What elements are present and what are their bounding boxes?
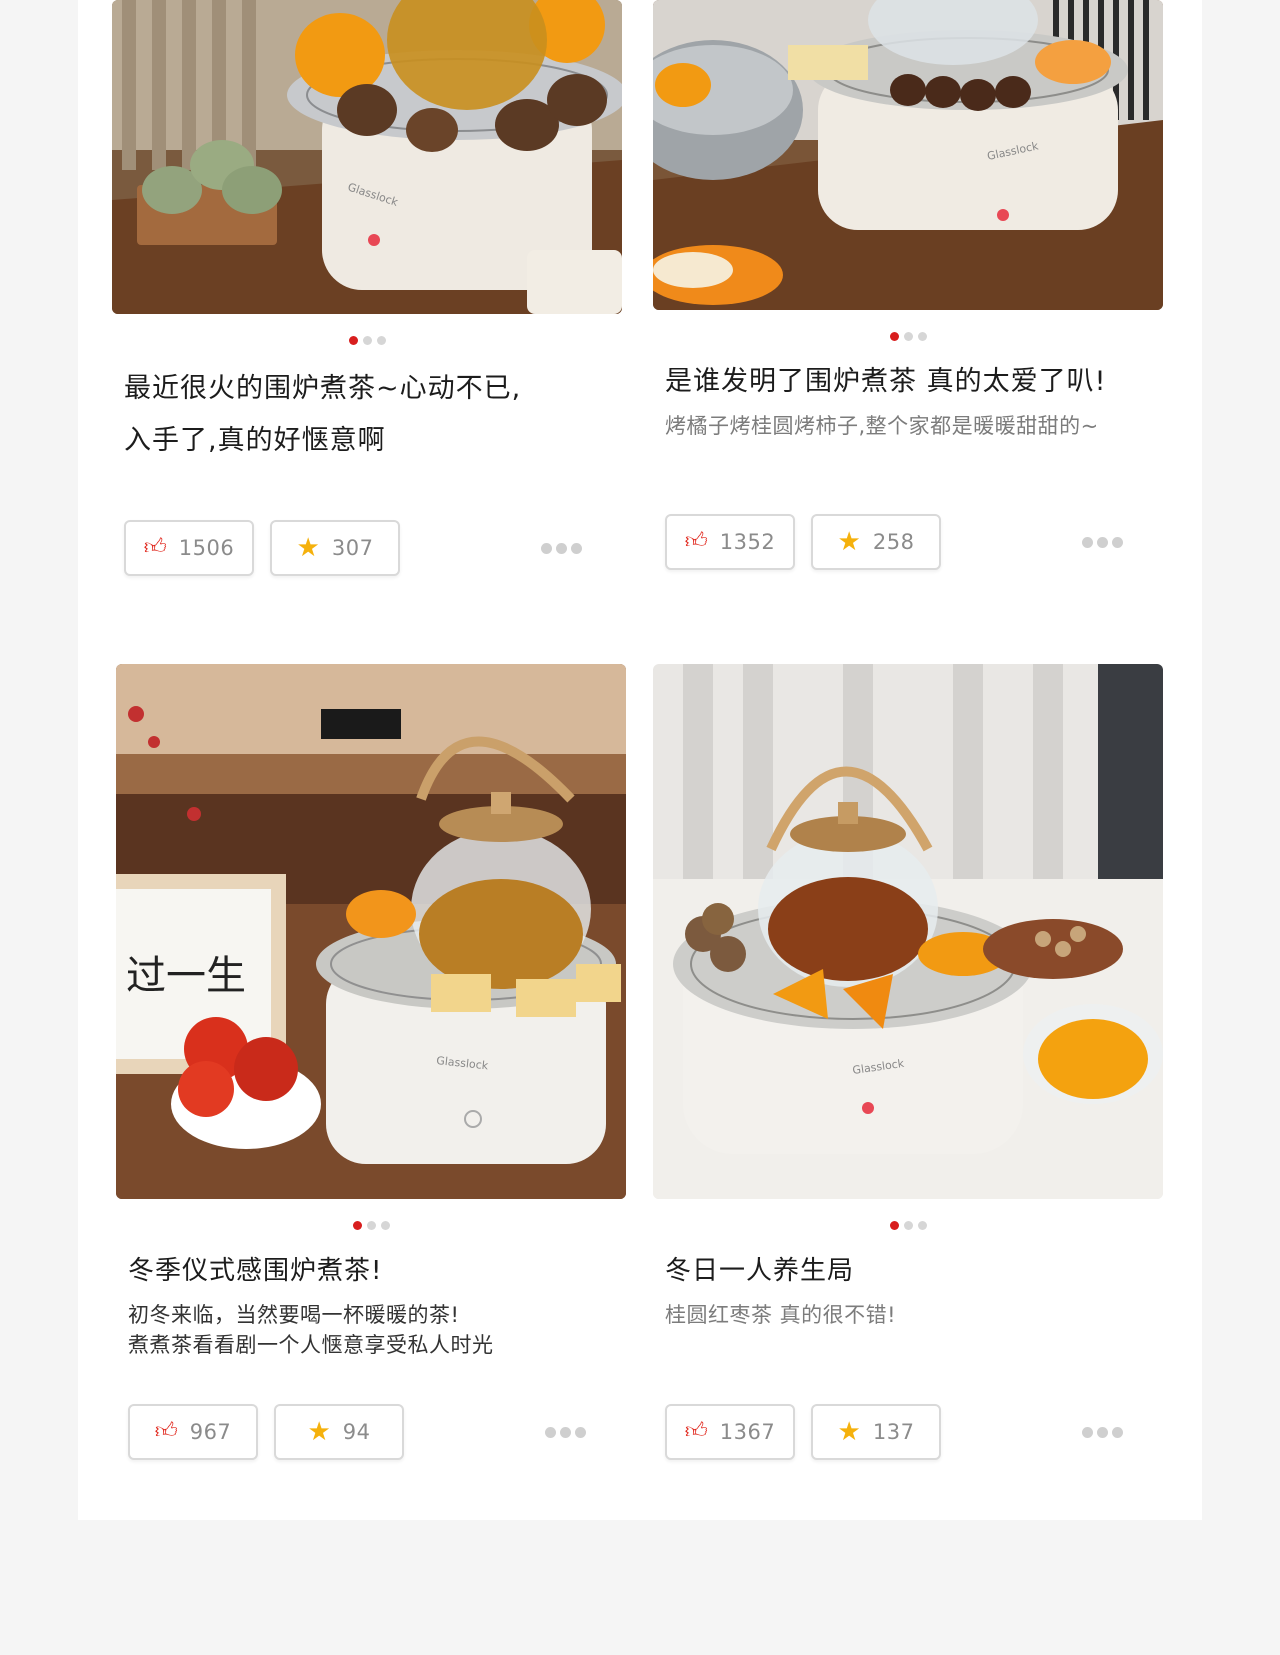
more-dots-icon[interactable] xyxy=(1082,536,1123,548)
like-count: 967 xyxy=(189,1420,232,1444)
svg-text:过一生: 过一生 xyxy=(126,953,246,999)
carousel-dot[interactable] xyxy=(917,1221,927,1230)
like-count: 1367 xyxy=(719,1420,776,1444)
favorite-count: 137 xyxy=(872,1420,915,1444)
like-button[interactable]: 👍︎ 1367 xyxy=(665,1404,795,1460)
photo-tea-stove-colander: Glasslock xyxy=(653,0,1163,310)
carousel-dots[interactable] xyxy=(653,332,1163,341)
carousel-dot[interactable] xyxy=(889,332,899,341)
thumbs-up-icon: 👍︎ xyxy=(684,529,708,554)
photo-teapot-calligraphy: 过一生 Glasslock xyxy=(116,664,626,1199)
content-panel: Glasslock 最近很火的围炉煮茶~心动不已, 入手了,真的好惬意啊 👍︎ … xyxy=(78,0,1202,1520)
carousel-dot[interactable] xyxy=(362,336,372,345)
carousel-dot[interactable] xyxy=(889,1221,899,1230)
post-subtitle: 初冬来临，当然要喝一杯暖暖的茶! 煮煮茶看看剧一个人惬意享受私人时光 xyxy=(128,1303,494,1357)
post-title: 冬日一人养生局 xyxy=(665,1256,855,1286)
like-count: 1506 xyxy=(178,536,235,560)
favorite-count: 258 xyxy=(872,530,915,554)
more-dots-icon[interactable] xyxy=(545,1426,586,1438)
carousel-dot[interactable] xyxy=(917,332,927,341)
star-icon: ★ xyxy=(837,527,861,557)
post-photo[interactable]: Glasslock xyxy=(112,0,622,314)
more-dots-icon[interactable] xyxy=(541,542,582,554)
post-title: 是谁发明了围炉煮茶 真的太爱了叭! xyxy=(665,366,1107,397)
post-card[interactable]: Glasslock 冬日一人养生局 桂圆红枣茶 真的很不错! 👍︎ 1367 ★… xyxy=(653,664,1163,1460)
post-card[interactable]: Glasslock 最近很火的围炉煮茶~心动不已, 入手了,真的好惬意啊 👍︎ … xyxy=(112,0,622,576)
like-count: 1352 xyxy=(719,530,776,554)
post-actions: 👍︎ 1367 ★ 137 xyxy=(665,1404,1151,1460)
carousel-dot[interactable] xyxy=(348,336,358,345)
like-button[interactable]: 👍︎ 1506 xyxy=(124,520,254,576)
post-actions: 👍︎ 967 ★ 94 xyxy=(128,1404,614,1460)
favorite-count: 307 xyxy=(331,536,374,560)
star-icon: ★ xyxy=(307,1417,331,1447)
favorite-count: 94 xyxy=(342,1420,371,1444)
thumbs-up-icon: 👍︎ xyxy=(143,535,167,560)
post-photo[interactable]: 过一生 Glasslock xyxy=(116,664,626,1199)
carousel-dot[interactable] xyxy=(366,1221,376,1230)
carousel-dot[interactable] xyxy=(380,1221,390,1230)
carousel-dot[interactable] xyxy=(903,1221,913,1230)
post-actions: 👍︎ 1352 ★ 258 xyxy=(665,514,1151,570)
post-photo[interactable]: Glasslock xyxy=(653,0,1163,310)
favorite-button[interactable]: ★ 307 xyxy=(270,520,400,576)
favorite-button[interactable]: ★ 258 xyxy=(811,514,941,570)
star-icon: ★ xyxy=(837,1417,861,1447)
thumbs-up-icon: 👍︎ xyxy=(684,1419,708,1444)
photo-teapot-persimmon: Glasslock xyxy=(653,664,1163,1199)
like-button[interactable]: 👍︎ 1352 xyxy=(665,514,795,570)
photo-tea-stove-chestnuts: Glasslock xyxy=(112,0,622,314)
carousel-dots[interactable] xyxy=(112,336,622,345)
post-subtitle: 桂圆红枣茶 真的很不错! xyxy=(665,1303,897,1327)
star-icon: ★ xyxy=(296,533,320,563)
post-actions: 👍︎ 1506 ★ 307 xyxy=(124,520,610,576)
thumbs-up-icon: 👍︎ xyxy=(154,1419,178,1444)
carousel-dots[interactable] xyxy=(116,1221,626,1230)
post-title: 冬季仪式感围炉煮茶! xyxy=(128,1256,383,1286)
post-title: 最近很火的围炉煮茶~心动不已, 入手了,真的好惬意啊 xyxy=(124,373,522,456)
favorite-button[interactable]: ★ 94 xyxy=(274,1404,404,1460)
carousel-dots[interactable] xyxy=(653,1221,1163,1230)
post-card[interactable]: 过一生 Glasslock 冬季仪式感围炉煮茶! 初冬来临，当然要喝一杯暖暖的茶… xyxy=(116,664,626,1460)
post-card[interactable]: Glasslock 是谁发明了围炉煮茶 真的太爱了叭! 烤橘子烤桂圆烤柿子,整个… xyxy=(653,0,1163,570)
favorite-button[interactable]: ★ 137 xyxy=(811,1404,941,1460)
post-photo[interactable]: Glasslock xyxy=(653,664,1163,1199)
carousel-dot[interactable] xyxy=(903,332,913,341)
more-dots-icon[interactable] xyxy=(1082,1426,1123,1438)
post-subtitle: 烤橘子烤桂圆烤柿子,整个家都是暖暖甜甜的~ xyxy=(665,414,1099,438)
carousel-dot[interactable] xyxy=(376,336,386,345)
carousel-dot[interactable] xyxy=(352,1221,362,1230)
like-button[interactable]: 👍︎ 967 xyxy=(128,1404,258,1460)
